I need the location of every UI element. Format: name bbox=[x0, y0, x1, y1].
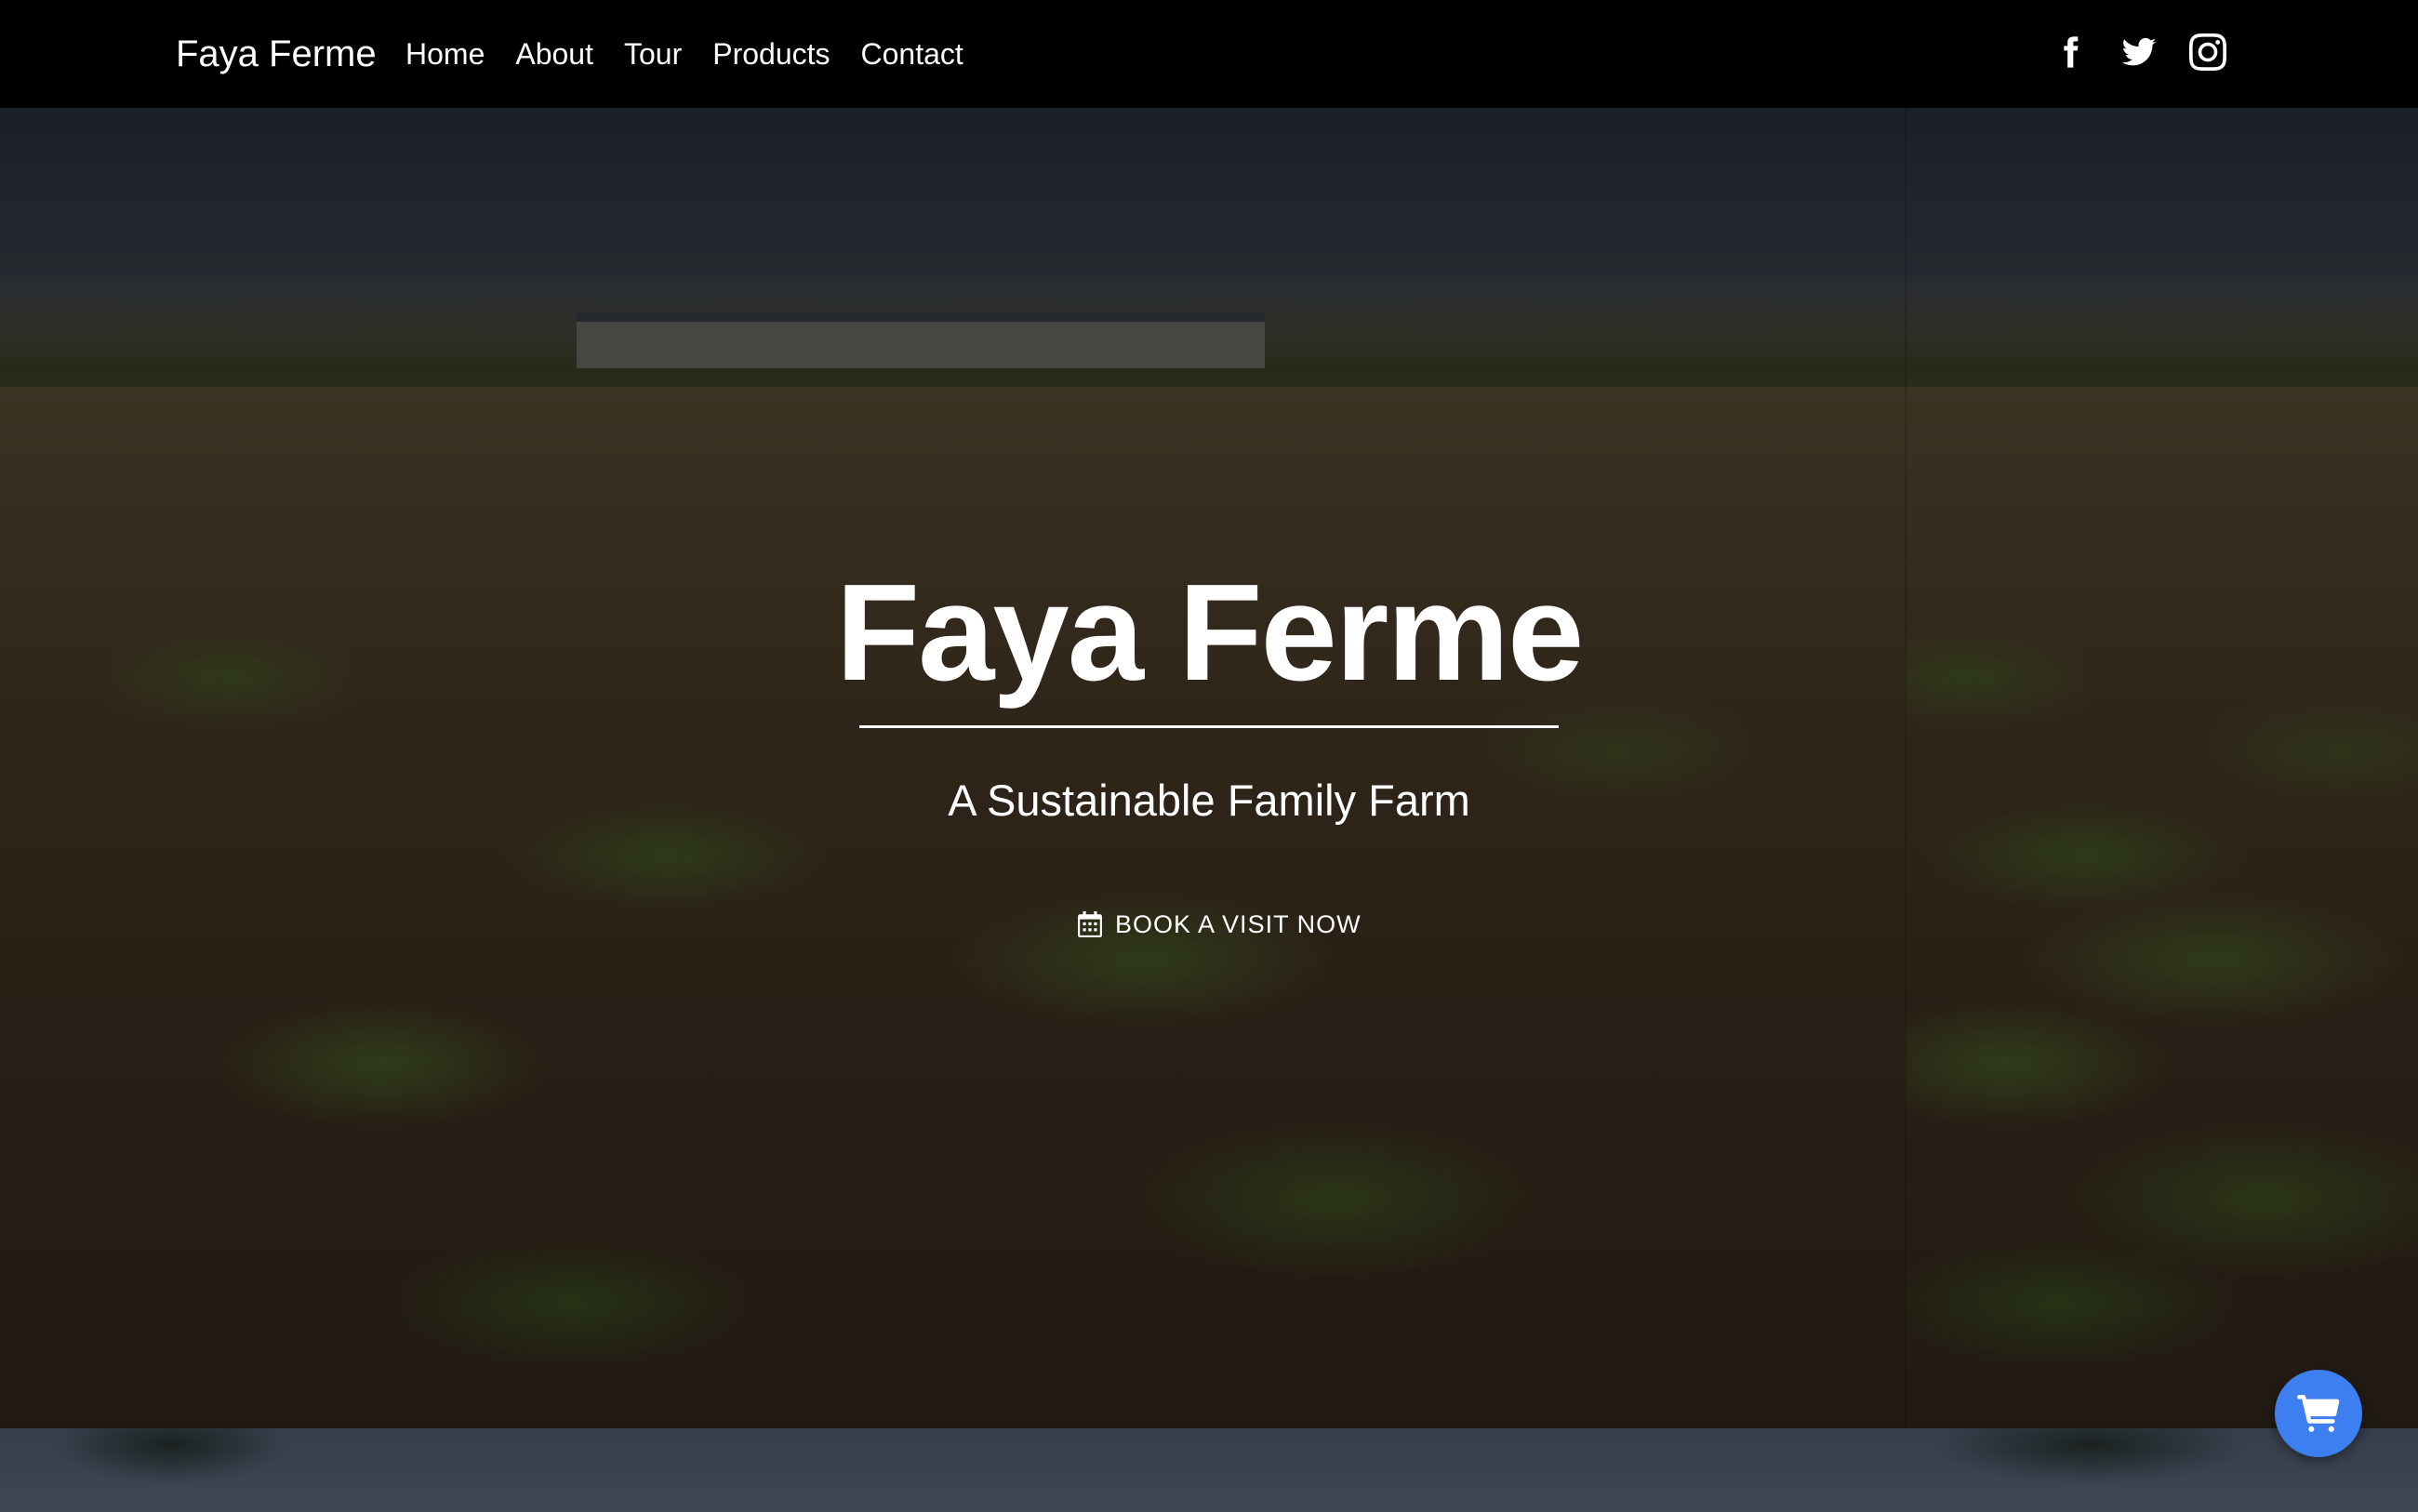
hero-divider bbox=[859, 725, 1559, 728]
nav-contact[interactable]: Contact bbox=[861, 28, 963, 80]
hero-title: Faya Ferme bbox=[835, 556, 1585, 710]
nav-links: Home About Tour Products Contact bbox=[405, 28, 994, 80]
hero-section: Faya Ferme A Sustainable Family Farm BOO… bbox=[0, 108, 2418, 1428]
calendar-icon bbox=[1078, 911, 1102, 937]
next-section bbox=[0, 1428, 2418, 1512]
book-visit-button[interactable]: BOOK A VISIT NOW bbox=[1078, 906, 1362, 943]
twitter-link[interactable] bbox=[2120, 33, 2158, 74]
nav-about[interactable]: About bbox=[515, 28, 593, 80]
twitter-icon bbox=[2121, 37, 2157, 66]
cart-button[interactable] bbox=[2275, 1370, 2362, 1457]
shopping-cart-icon bbox=[2297, 1395, 2340, 1432]
facebook-icon bbox=[2064, 36, 2079, 68]
social-links bbox=[2052, 33, 2226, 74]
book-visit-label: BOOK A VISIT NOW bbox=[1115, 910, 1362, 938]
instagram-link[interactable] bbox=[2189, 33, 2226, 74]
brand-link[interactable]: Faya Ferme bbox=[176, 28, 377, 80]
instagram-icon bbox=[2189, 33, 2226, 71]
hero-subtitle: A Sustainable Family Farm bbox=[948, 776, 1470, 825]
nav-products[interactable]: Products bbox=[712, 28, 830, 80]
navbar: Faya Ferme Home About Tour Products Cont… bbox=[0, 0, 2418, 108]
nav-tour[interactable]: Tour bbox=[624, 28, 682, 80]
facebook-link[interactable] bbox=[2052, 33, 2089, 74]
nav-home[interactable]: Home bbox=[405, 28, 485, 80]
